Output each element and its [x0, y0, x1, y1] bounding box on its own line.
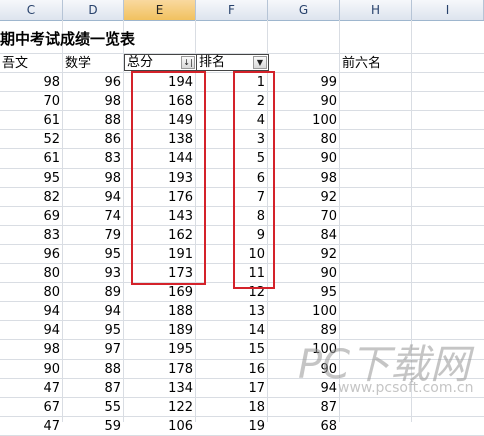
cell-g-row-16[interactable]: 100: [268, 302, 340, 321]
cell-c-row-8[interactable]: 61: [0, 149, 63, 168]
sort-ascending-filter-icon[interactable]: ↓|: [181, 56, 195, 69]
cell-d-row-20[interactable]: 87: [63, 379, 124, 398]
cell-d-row-7[interactable]: 86: [63, 130, 124, 149]
cell-d-row-13[interactable]: 95: [63, 245, 124, 264]
cell-c-row-14[interactable]: 80: [0, 264, 63, 283]
cell-d-row-16[interactable]: 94: [63, 302, 124, 321]
cell-c-row-18[interactable]: 98: [0, 340, 63, 359]
cell-d-row-14[interactable]: 93: [63, 264, 124, 283]
cell-g-row-6[interactable]: 100: [268, 111, 340, 130]
cell-d-row-18[interactable]: 97: [63, 340, 124, 359]
cell-e-row-20[interactable]: 134: [124, 379, 196, 398]
cell-d-row-19[interactable]: 88: [63, 360, 124, 379]
cell-d-row-9[interactable]: 98: [63, 169, 124, 188]
cell-e-row-17[interactable]: 189: [124, 321, 196, 340]
cell-c-row-10[interactable]: 82: [0, 188, 63, 207]
total-top12-highlight: [131, 71, 206, 285]
cell-c-row-16[interactable]: 94: [0, 302, 63, 321]
header-chinese[interactable]: 吾文: [0, 54, 30, 73]
cell-c-row-21[interactable]: 67: [0, 398, 63, 417]
cell-f-row-19[interactable]: 16: [196, 360, 268, 379]
cell-c-row-7[interactable]: 52: [0, 130, 63, 149]
cell-g-row-9[interactable]: 98: [268, 169, 340, 188]
dropdown-filter-icon[interactable]: ▼: [253, 56, 267, 69]
cell-e-row-22[interactable]: 106: [124, 417, 196, 436]
cell-c-row-12[interactable]: 83: [0, 226, 63, 245]
cell-d-row-11[interactable]: 74: [63, 207, 124, 226]
column-header-f[interactable]: F: [196, 0, 268, 20]
column-header-d[interactable]: D: [63, 0, 124, 20]
cell-g-row-7[interactable]: 80: [268, 130, 340, 149]
header-math[interactable]: 数学: [63, 54, 123, 73]
cell-c-row-11[interactable]: 69: [0, 207, 63, 226]
cell-c-row-6[interactable]: 61: [0, 111, 63, 130]
cell-g-row-8[interactable]: 90: [268, 149, 340, 168]
cell-g-row-5[interactable]: 90: [268, 92, 340, 111]
cell-e-row-18[interactable]: 195: [124, 340, 196, 359]
cell-c-row-15[interactable]: 80: [0, 283, 63, 302]
cell-e-row-15[interactable]: 169: [124, 283, 196, 302]
header-total: 总分: [127, 55, 154, 70]
header-top6[interactable]: 前六名: [340, 54, 400, 73]
column-header-e[interactable]: E: [124, 0, 196, 20]
cell-f-row-16[interactable]: 13: [196, 302, 268, 321]
cell-d-row-17[interactable]: 95: [63, 321, 124, 340]
cell-g-row-15[interactable]: 95: [268, 283, 340, 302]
cell-c-row-22[interactable]: 47: [0, 417, 63, 436]
cell-f-row-17[interactable]: 14: [196, 321, 268, 340]
cell-c-row-9[interactable]: 95: [0, 169, 63, 188]
cell-g-row-13[interactable]: 92: [268, 245, 340, 264]
cell-d-row-22[interactable]: 59: [63, 417, 124, 436]
cell-d-row-12[interactable]: 79: [63, 226, 124, 245]
header-total-filter-cell[interactable]: 总分 ↓|: [124, 54, 197, 71]
header-rank: 排名: [199, 55, 226, 70]
cell-d-row-10[interactable]: 94: [63, 188, 124, 207]
cell-d-row-4[interactable]: 96: [63, 73, 124, 92]
cell-f-row-21[interactable]: 18: [196, 398, 268, 417]
cell-c-row-5[interactable]: 70: [0, 92, 63, 111]
watermark-url: www.pcsoft.com.cn: [338, 380, 474, 396]
cell-c-row-19[interactable]: 90: [0, 360, 63, 379]
cell-g-row-10[interactable]: 92: [268, 188, 340, 207]
cell-e-row-19[interactable]: 178: [124, 360, 196, 379]
rank-top12-highlight: [233, 71, 275, 289]
cell-c-row-4[interactable]: 98: [0, 73, 63, 92]
cell-g-row-21[interactable]: 87: [268, 398, 340, 417]
column-header-g[interactable]: G: [268, 0, 340, 20]
cell-d-row-6[interactable]: 88: [63, 111, 124, 130]
cell-d-row-8[interactable]: 83: [63, 149, 124, 168]
cell-c-row-17[interactable]: 94: [0, 321, 63, 340]
cell-f-row-20[interactable]: 17: [196, 379, 268, 398]
column-header-i[interactable]: I: [412, 0, 484, 20]
sheet-title: 期中考试成绩一览表: [0, 30, 136, 48]
cell-f-row-22[interactable]: 19: [196, 417, 268, 436]
cell-e-row-21[interactable]: 122: [124, 398, 196, 417]
cell-f-row-18[interactable]: 15: [196, 340, 268, 359]
cell-e-row-16[interactable]: 188: [124, 302, 196, 321]
cell-d-row-5[interactable]: 98: [63, 92, 124, 111]
cell-c-row-13[interactable]: 96: [0, 245, 63, 264]
cell-g-row-14[interactable]: 90: [268, 264, 340, 283]
cell-c-row-20[interactable]: 47: [0, 379, 63, 398]
column-header-h[interactable]: H: [340, 0, 412, 20]
cell-g-row-4[interactable]: 99: [268, 73, 340, 92]
header-rank-filter-cell[interactable]: 排名 ▼: [196, 54, 269, 71]
cell-d-row-15[interactable]: 89: [63, 283, 124, 302]
cell-g-row-22[interactable]: 68: [268, 417, 340, 436]
cell-g-row-11[interactable]: 70: [268, 207, 340, 226]
cell-d-row-21[interactable]: 55: [63, 398, 124, 417]
cell-g-row-12[interactable]: 84: [268, 226, 340, 245]
column-header-c[interactable]: C: [0, 0, 63, 20]
